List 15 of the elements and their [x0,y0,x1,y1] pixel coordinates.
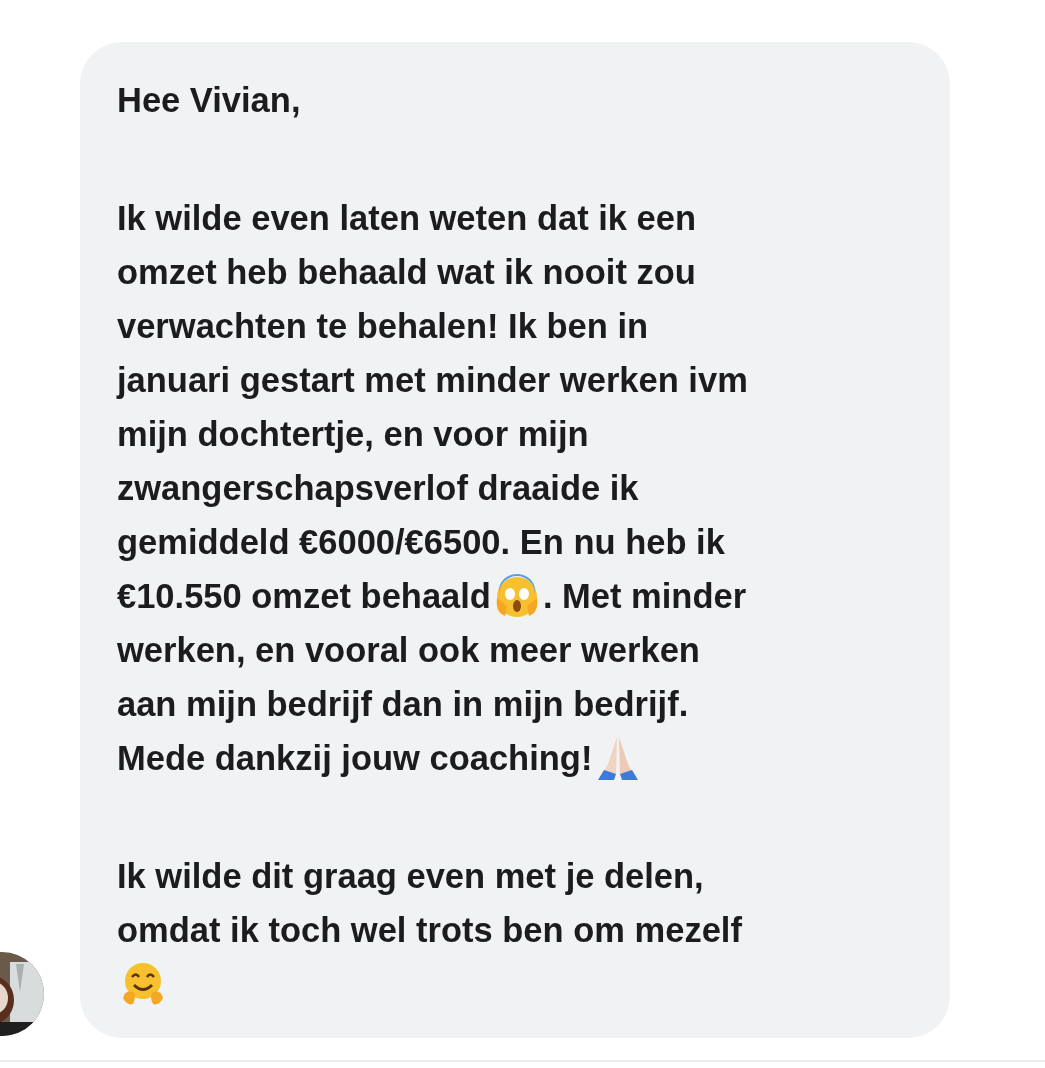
message-text: verwachten te behalen! Ik ben in [117,306,649,347]
message-text: Ik wilde dit graag even met je delen, [117,856,704,897]
message-text: omdat ik toch wel trots ben om mezelf [117,910,742,951]
message-text: omzet heb behaald wat ik nooit zou [117,252,696,293]
message-text: Ik wilde even laten weten dat ik een [117,198,697,239]
message-text: . Met minder [542,576,747,617]
message-text: €10.550 omzet behaald [117,576,491,617]
message-text: werken, en vooral ook meer werken [117,630,700,671]
message-text: aan mijn bedrijf dan in mijn bedrijf. [117,684,689,725]
message-text: gemiddeld €6000/€6500. En nu heb ik [117,522,725,563]
message-text: Mede dankzij jouw coaching! [117,738,593,779]
message-text: Hee Vivian, [117,80,301,121]
message-text: januari gestart met minder werken ivm [117,360,748,401]
message-text: zwangerschapsverlof draaide ik [117,468,639,509]
message-text: mijn dochtertje, en voor mijn [117,414,589,455]
